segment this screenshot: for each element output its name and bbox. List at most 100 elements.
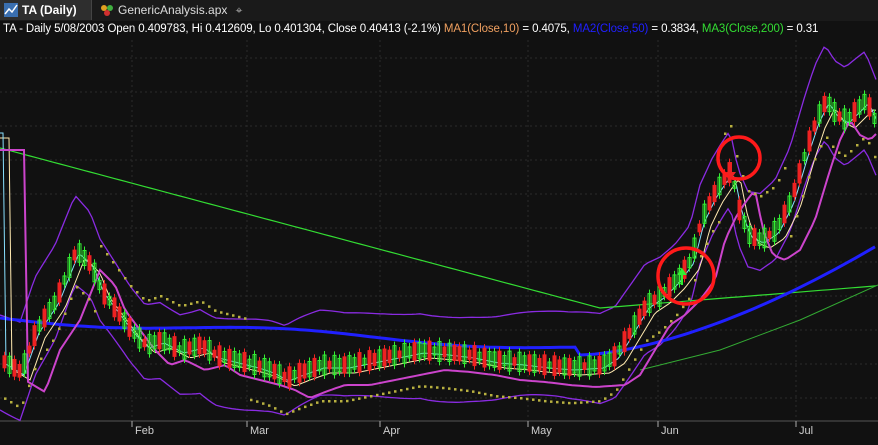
sar-dot	[430, 385, 433, 389]
sar-dot	[334, 400, 337, 403]
sar-dot	[112, 261, 115, 264]
sar-dot	[688, 297, 691, 301]
sar-dot	[424, 385, 427, 388]
sar-dot	[10, 401, 13, 404]
sar-dot	[142, 297, 145, 300]
sar-dot	[544, 399, 547, 403]
price-chart[interactable]: Feb Mar Apr May Jun Jul	[0, 0, 878, 445]
sar-dot	[418, 385, 421, 388]
sar-dot	[118, 269, 121, 272]
sar-dot	[316, 401, 319, 404]
candle-body	[782, 204, 787, 224]
candle-body	[72, 249, 77, 261]
ma3-value: = 0.31	[783, 23, 819, 35]
candle-body	[32, 325, 37, 347]
candle-body	[357, 352, 362, 373]
sar-dot	[22, 401, 25, 404]
candle-body	[212, 349, 217, 358]
sar-dot	[358, 397, 361, 400]
sar-dot	[628, 368, 631, 371]
ma1-label: MA1(Close,10)	[443, 23, 520, 35]
sar-dot	[844, 154, 847, 157]
candle-body	[567, 357, 572, 376]
sar-dot	[730, 125, 733, 128]
candle-body	[427, 340, 432, 361]
sar-dot	[568, 401, 571, 405]
bollinger-upper-line	[0, 46, 877, 326]
candle-body	[867, 97, 872, 117]
candle-body	[42, 308, 47, 328]
sar-dot	[724, 132, 727, 135]
candle-body	[637, 308, 642, 325]
sar-dot	[178, 304, 181, 307]
sar-dot	[268, 404, 271, 407]
sar-dot	[436, 386, 439, 389]
candle-body	[312, 357, 317, 377]
candle-body	[387, 349, 392, 364]
sar-dot	[184, 304, 187, 307]
sar-dot	[610, 393, 613, 396]
candle-body	[537, 357, 542, 371]
candle-body	[737, 199, 742, 221]
sar-dot	[874, 155, 877, 159]
candle-body	[17, 363, 22, 378]
sar-dot	[304, 405, 307, 409]
candle-body	[57, 282, 62, 303]
ma3-label: MA3(Close,200)	[701, 23, 784, 35]
sar-dot	[592, 400, 595, 404]
sar-dot	[202, 301, 205, 304]
sar-dot	[244, 317, 247, 320]
candle-body	[767, 230, 772, 239]
sar-dot	[190, 302, 193, 305]
candle-body	[552, 355, 557, 376]
sar-dot	[502, 395, 505, 399]
candle-body	[112, 297, 117, 318]
candle-body	[397, 350, 402, 359]
sar-dot	[514, 396, 517, 400]
candle-body	[542, 354, 547, 376]
sar-dot	[124, 277, 127, 280]
sar-dot	[754, 192, 757, 195]
sar-dot	[556, 400, 559, 404]
sar-dot	[484, 392, 487, 396]
x-tick-label: May	[531, 425, 552, 437]
sell-signal-circle	[716, 135, 762, 181]
sar-dot	[286, 412, 289, 416]
candle-body	[527, 354, 532, 372]
sar-dot	[574, 401, 577, 405]
candle-body	[217, 345, 222, 367]
sar-dot	[670, 320, 673, 323]
candle-body	[792, 182, 797, 198]
sar-dot	[862, 138, 865, 141]
sar-dot	[370, 395, 373, 398]
sar-dot	[220, 311, 223, 314]
x-tick-label: Jul	[799, 425, 813, 437]
sar-dot	[832, 145, 835, 148]
sar-dot	[682, 305, 685, 309]
sar-dot	[664, 326, 667, 329]
sar-dot	[634, 358, 637, 361]
candle-body	[512, 357, 517, 366]
sar-dot	[550, 400, 553, 403]
sar-dot	[4, 397, 7, 400]
sar-dot	[850, 150, 853, 153]
sar-dot	[328, 400, 331, 403]
sar-dot	[712, 230, 715, 233]
sar-dot	[16, 404, 19, 408]
sar-dot	[778, 179, 781, 182]
sar-dot	[622, 378, 625, 381]
sar-dot	[826, 136, 829, 139]
sar-dot	[706, 242, 709, 245]
candle-body	[157, 332, 162, 350]
x-tick-label: Mar	[250, 425, 269, 437]
sar-dot	[232, 314, 235, 317]
sar-dot	[694, 279, 697, 282]
sar-dot	[646, 339, 649, 342]
sar-dot	[40, 357, 43, 360]
candle-body	[172, 336, 177, 357]
sar-dot	[352, 398, 355, 402]
candle-body	[712, 184, 717, 203]
candle-body	[2, 355, 7, 369]
x-tick-label: Apr	[383, 425, 400, 437]
sar-dot	[490, 394, 493, 397]
